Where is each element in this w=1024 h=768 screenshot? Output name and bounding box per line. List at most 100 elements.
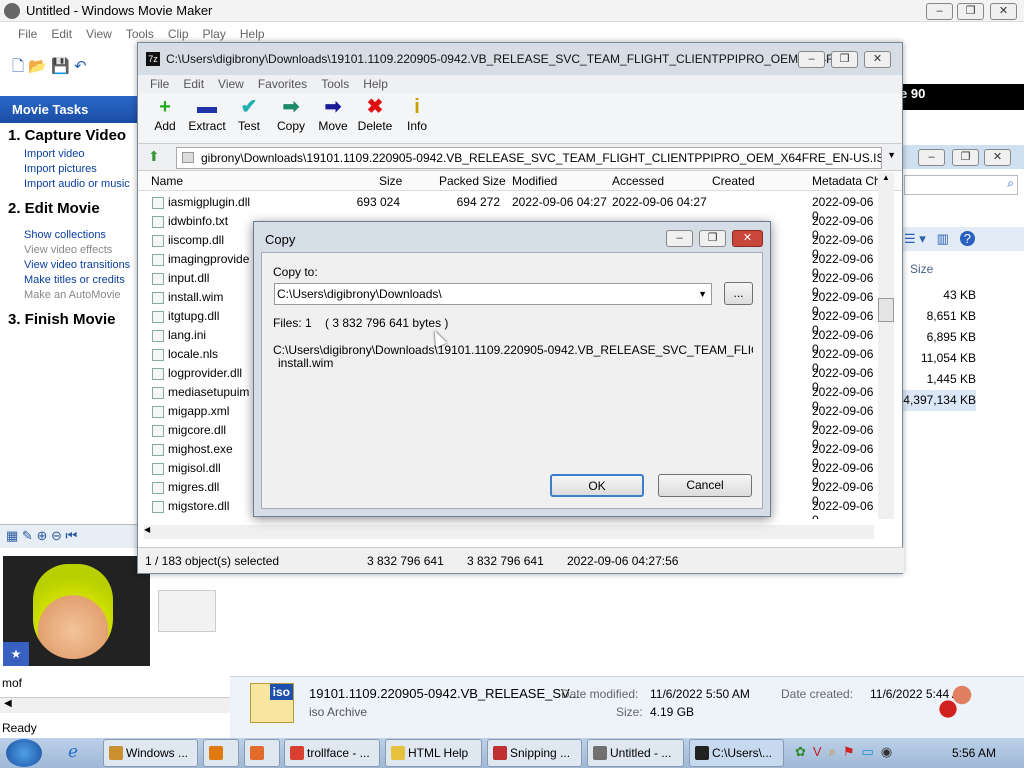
col-size[interactable]: Size (379, 174, 402, 188)
pin-icon[interactable]: ✎ (22, 528, 33, 543)
clip-thumbnail[interactable]: ★ (3, 556, 150, 666)
address-dropdown-icon[interactable]: ▼ (887, 150, 896, 160)
tray-network-icon[interactable]: ✿ (795, 744, 813, 759)
table-cell: mediasetupuim (168, 385, 250, 399)
file-list-hscroll[interactable]: ◀ (144, 525, 874, 539)
copy-to-dropdown-icon[interactable]: ▼ (698, 289, 707, 299)
minimize-button[interactable]: – (926, 3, 953, 20)
tray-volume-icon[interactable]: ◉ (881, 744, 899, 759)
show-collections-link[interactable]: Show collections (24, 229, 137, 241)
import-audio-link[interactable]: Import audio or music (24, 178, 137, 190)
col-accessed[interactable]: Accessed (612, 174, 664, 188)
taskbar-item[interactable]: Untitled - ... (587, 739, 684, 767)
table-cell: migapp.xml (168, 404, 230, 418)
zip-menu-file[interactable]: File (150, 77, 169, 91)
move-button[interactable]: ➡ Move (312, 93, 354, 143)
cancel-button[interactable]: Cancel (658, 474, 752, 497)
created-label: Date created: (781, 687, 854, 701)
taskbar-item[interactable]: Windows ... (103, 739, 198, 767)
view-video-transitions-link[interactable]: View video transitions (24, 259, 137, 271)
taskbar-item[interactable] (203, 739, 239, 767)
zip-menu-view[interactable]: View (218, 77, 244, 91)
zip-menu-tools[interactable]: Tools (321, 77, 349, 91)
clock[interactable]: 5:56 AM (952, 746, 996, 760)
tray-search-icon[interactable]: ⌕ (829, 744, 843, 759)
col-metadata[interactable]: Metadata Ch (812, 174, 881, 188)
rewind-icon[interactable]: ⏮ (66, 528, 78, 543)
save-icon[interactable]: 💾 (51, 58, 70, 75)
horizontal-scrollbar[interactable]: ◀ (0, 697, 230, 713)
address-input[interactable]: gibrony\Downloads\19101.1109.220905-0942… (176, 147, 882, 169)
start-button[interactable] (6, 739, 42, 767)
app-icon (695, 746, 709, 760)
info-button[interactable]: i Info (396, 93, 438, 143)
copy-to-combobox[interactable]: C:\Users\digibrony\Downloads\ ▼ (274, 283, 712, 305)
taskbar-item[interactable]: Snipping ... (487, 739, 582, 767)
new-icon[interactable]: 🗋 (12, 58, 24, 75)
maximize-button[interactable]: ❐ (957, 3, 984, 20)
zoom-out-icon[interactable]: ⊖ (51, 528, 62, 543)
transition-thumbnail[interactable] (158, 590, 216, 632)
up-folder-icon[interactable]: ⬆ (148, 148, 160, 165)
menu-play[interactable]: Play (203, 27, 226, 41)
size-column-header[interactable]: Size (910, 262, 933, 276)
browse-button[interactable]: ... (724, 282, 753, 305)
open-icon[interactable]: 📂 (28, 58, 47, 75)
tray-v-icon[interactable]: V (813, 744, 829, 759)
taskbar-item[interactable] (244, 739, 280, 767)
tray-monitor-icon[interactable]: ▭ (862, 744, 881, 759)
explorer-minimize-button[interactable]: – (918, 149, 945, 166)
preview-toolbar: ▦ ✎ ⊕ ⊖ ⏮ (0, 524, 137, 548)
import-video-link[interactable]: Import video (24, 148, 137, 160)
zip-menu-help[interactable]: Help (363, 77, 388, 91)
ie-icon[interactable]: ℯ (68, 742, 78, 762)
make-titles-link[interactable]: Make titles or credits (24, 274, 137, 286)
sevenzip-close-button[interactable]: ✕ (864, 51, 891, 68)
help-icon[interactable]: ? (959, 231, 975, 246)
extract-button[interactable]: ▬ Extract (186, 93, 228, 143)
explorer-close-button[interactable]: ✕ (984, 149, 1011, 166)
col-name[interactable]: Name (151, 174, 183, 188)
scroll-thumb[interactable] (878, 298, 894, 322)
delete-button[interactable]: ✖ Delete (354, 93, 396, 143)
dialog-maximize-button[interactable]: ❐ (699, 230, 726, 247)
vertical-scrollbar[interactable]: ▲ (878, 173, 894, 519)
table-row[interactable]: iasmigplugin.dll 693 024 694 272 2022-09-06… (138, 193, 878, 223)
taskbar-item[interactable]: C:\Users\... (689, 739, 784, 767)
sevenzip-maximize-button[interactable]: ❐ (831, 51, 858, 68)
section-capture-video: 1. Capture Video (8, 127, 127, 144)
col-created[interactable]: Created (712, 174, 755, 188)
make-automovie-link[interactable]: Make an AutoMovie (24, 289, 137, 301)
import-pictures-link[interactable]: Import pictures (24, 163, 137, 175)
dialog-minimize-button[interactable]: – (666, 230, 693, 247)
undo-icon[interactable]: ↶ (74, 58, 87, 75)
sevenzip-minimize-button[interactable]: – (798, 51, 825, 68)
copy-button[interactable]: ➡ Copy (270, 93, 312, 143)
table-cell: 2022-09-06 04:27 (612, 195, 707, 209)
menu-edit[interactable]: Edit (51, 27, 72, 41)
zoom-in-icon[interactable]: ⊕ (36, 528, 47, 543)
dialog-close-button[interactable]: ✕ (732, 230, 763, 247)
menu-clip[interactable]: Clip (168, 27, 189, 41)
tray-flag-icon[interactable]: ⚑ (843, 744, 862, 759)
explorer-maximize-button[interactable]: ❐ (952, 149, 979, 166)
storyboard-icon[interactable]: ▦ (6, 528, 18, 543)
close-button[interactable]: ✕ (990, 3, 1017, 20)
menu-help[interactable]: Help (240, 27, 265, 41)
menu-tools[interactable]: Tools (126, 27, 154, 41)
size-cell: 43 KB (943, 288, 976, 302)
ok-button[interactable]: OK (550, 474, 644, 497)
explorer-search-box[interactable]: ⌕ (904, 175, 1018, 195)
col-packed-size[interactable]: Packed Size (439, 174, 506, 188)
zip-menu-favorites[interactable]: Favorites (258, 77, 307, 91)
add-button[interactable]: + Add (144, 93, 186, 143)
taskbar-item[interactable]: trollface - ... (284, 739, 380, 767)
tray-icons: ✿V⌕⚑▭◉ (795, 744, 899, 760)
view-video-effects-link[interactable]: View video effects (24, 244, 137, 256)
col-modified[interactable]: Modified (512, 174, 557, 188)
zip-menu-edit[interactable]: Edit (183, 77, 204, 91)
menu-file[interactable]: File (18, 27, 37, 41)
test-button[interactable]: ✔ Test (228, 93, 270, 143)
taskbar-item[interactable]: HTML Help (385, 739, 482, 767)
menu-view[interactable]: View (86, 27, 112, 41)
